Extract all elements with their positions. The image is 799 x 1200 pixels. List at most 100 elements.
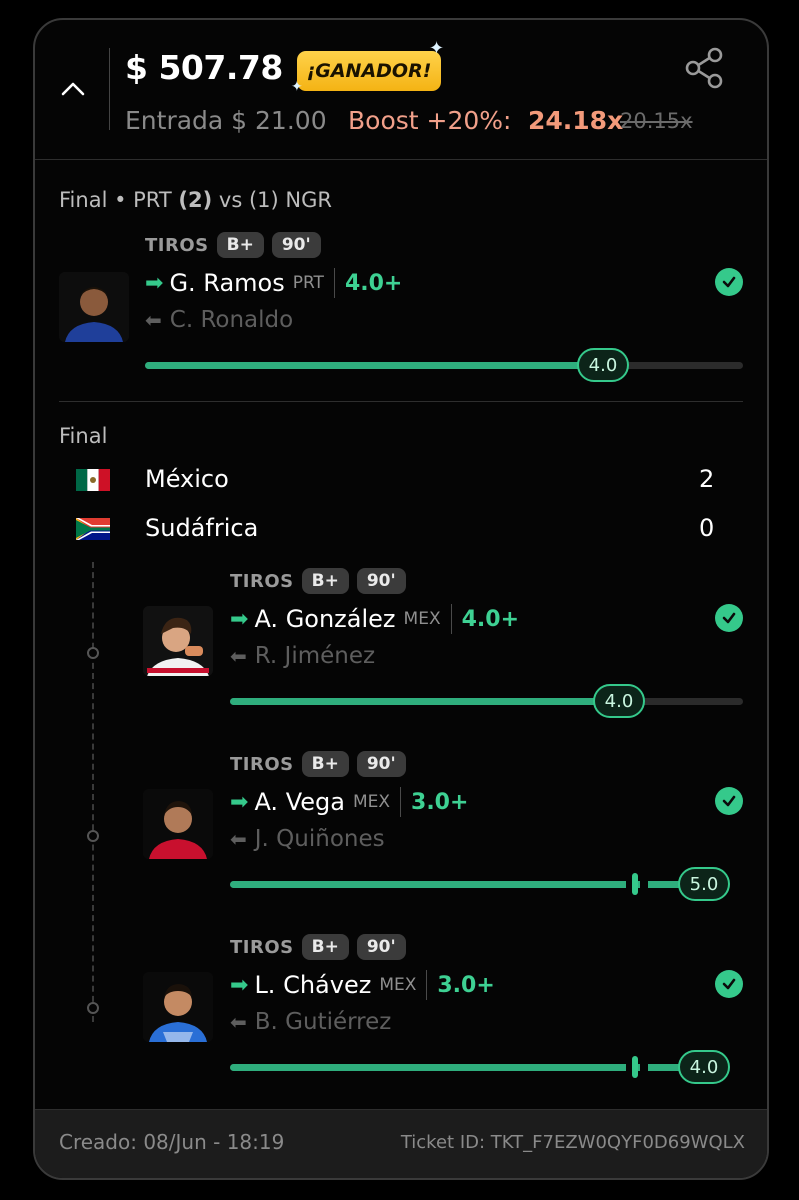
result-bubble: 5.0 — [678, 867, 730, 901]
result-bubble: 4.0 — [577, 348, 629, 382]
arrow-left-icon: ⬅ — [230, 644, 247, 668]
pick-line: 4.0+ — [344, 270, 403, 296]
result-bubble: 4.0 — [593, 684, 645, 718]
threshold-marker — [632, 1056, 638, 1078]
pick-line: 3.0+ — [437, 972, 495, 998]
ticket-id[interactable]: Ticket ID: TKT_F7EZW0QYF0D69WQLX — [401, 1132, 745, 1153]
divider — [426, 970, 428, 1000]
picked-player-row: ➡ L. Chávez MEX 3.0+ — [230, 970, 495, 1000]
team-name: Sudáfrica — [145, 514, 259, 542]
check-icon — [715, 268, 743, 296]
match-title: Final — [59, 424, 108, 448]
team-score: 2 — [699, 465, 715, 493]
player-name: L. Chávez — [254, 971, 372, 999]
player-avatar — [59, 272, 129, 342]
divider — [450, 604, 452, 634]
section-separator — [59, 401, 743, 402]
progress-track: 4.0 — [230, 684, 743, 718]
pick-meta: TIROS B+ 90' — [145, 232, 321, 258]
tier-chip: B+ — [216, 232, 264, 258]
progress-track: 4.0 — [145, 348, 743, 382]
arrow-left-icon: ⬅ — [145, 308, 162, 332]
divider — [400, 787, 402, 817]
arrow-left-icon: ⬅ — [230, 1010, 247, 1034]
progress-track: 4.0 — [230, 1050, 730, 1084]
player-avatar — [143, 606, 213, 676]
mexico-flag-icon — [76, 469, 110, 491]
progress-fill — [145, 362, 607, 369]
sparkle-icon: ✦ — [429, 38, 445, 59]
threshold-gap — [640, 879, 648, 890]
payout-amount: $ 507.78 — [125, 48, 283, 87]
team-code: MEX — [379, 975, 417, 995]
threshold-gap — [640, 1062, 648, 1073]
divider — [333, 268, 335, 298]
boost-label: Boost +20%: — [348, 106, 512, 135]
boost-multiplier: 24.18x — [528, 106, 624, 135]
progress-fill — [230, 881, 685, 888]
alt-player-name: J. Quiñones — [254, 826, 385, 852]
player-avatar — [143, 972, 213, 1042]
minutes-chip: 90' — [271, 232, 321, 258]
original-multiplier: 20.15x — [620, 109, 693, 133]
pick-line: 4.0+ — [461, 606, 519, 632]
south-africa-flag-icon — [76, 518, 110, 540]
arrow-right-icon: ➡ — [230, 606, 249, 632]
picked-player-row: ➡ G. Ramos PRT 4.0+ — [145, 268, 402, 298]
player-name: G. Ramos — [169, 269, 285, 297]
header-divider — [109, 48, 110, 130]
pick-meta: TIROS B+ 90' — [230, 568, 406, 594]
alt-player-name: R. Jiménez — [254, 643, 376, 669]
team-code: MEX — [403, 609, 441, 629]
minutes-chip: 90' — [356, 568, 406, 594]
picked-player-row: ➡ A. Vega MEX 3.0+ — [230, 787, 468, 817]
team-code: MEX — [352, 792, 391, 812]
bet-ticket-card: $ 507.78 ¡GANADOR! ✦ ✦ Entrada $ 21.00 B… — [33, 18, 769, 1180]
stat-label: TIROS — [230, 753, 294, 775]
stat-label: TIROS — [145, 234, 209, 256]
check-icon — [715, 604, 743, 632]
alt-player-row: ⬅ B. Gutiérrez — [230, 1009, 391, 1035]
progress-fill — [230, 1064, 685, 1071]
entry-amount: Entrada $ 21.00 — [125, 106, 327, 135]
timeline-connector — [92, 562, 94, 1022]
progress-fill — [230, 698, 623, 705]
arrow-right-icon: ➡ — [145, 270, 164, 296]
arrow-right-icon: ➡ — [230, 789, 249, 815]
share-icon[interactable] — [683, 46, 727, 90]
check-icon — [715, 970, 743, 998]
created-timestamp: Creado: 08/Jun - 18:19 — [59, 1130, 285, 1154]
alt-player-row: ⬅ R. Jiménez — [230, 643, 375, 669]
player-name: A. Vega — [254, 788, 345, 816]
ticket-footer: Creado: 08/Jun - 18:19 Ticket ID: TKT_F7… — [35, 1109, 767, 1178]
picked-player-row: ➡ A. González MEX 4.0+ — [230, 604, 519, 634]
stat-label: TIROS — [230, 570, 294, 592]
player-name: A. González — [254, 605, 396, 633]
pick-meta: TIROS B+ 90' — [230, 751, 406, 777]
threshold-marker — [632, 873, 638, 895]
minutes-chip: 90' — [356, 934, 406, 960]
alt-player-row: ⬅ C. Ronaldo — [145, 307, 293, 333]
winner-badge: ¡GANADOR! — [297, 51, 441, 91]
check-icon — [715, 787, 743, 815]
player-avatar — [143, 789, 213, 859]
collapse-chevron-icon[interactable] — [59, 78, 87, 100]
team-code: PRT — [292, 273, 324, 293]
alt-player-name: B. Gutiérrez — [254, 1009, 392, 1035]
timeline-node — [87, 647, 99, 659]
stat-label: TIROS — [230, 936, 294, 958]
pick-meta: TIROS B+ 90' — [230, 934, 406, 960]
arrow-right-icon: ➡ — [230, 972, 249, 998]
progress-track: 5.0 — [230, 867, 730, 901]
arrow-left-icon: ⬅ — [230, 827, 247, 851]
tier-chip: B+ — [301, 751, 349, 777]
sparkle-icon: ✦ — [291, 79, 303, 95]
timeline-node — [87, 1002, 99, 1014]
pick-line: 3.0+ — [411, 789, 469, 815]
alt-player-name: C. Ronaldo — [169, 307, 294, 333]
minutes-chip: 90' — [356, 751, 406, 777]
team-score: 0 — [699, 514, 715, 542]
header-separator — [35, 159, 767, 160]
team-name: México — [145, 465, 229, 493]
tier-chip: B+ — [301, 934, 349, 960]
